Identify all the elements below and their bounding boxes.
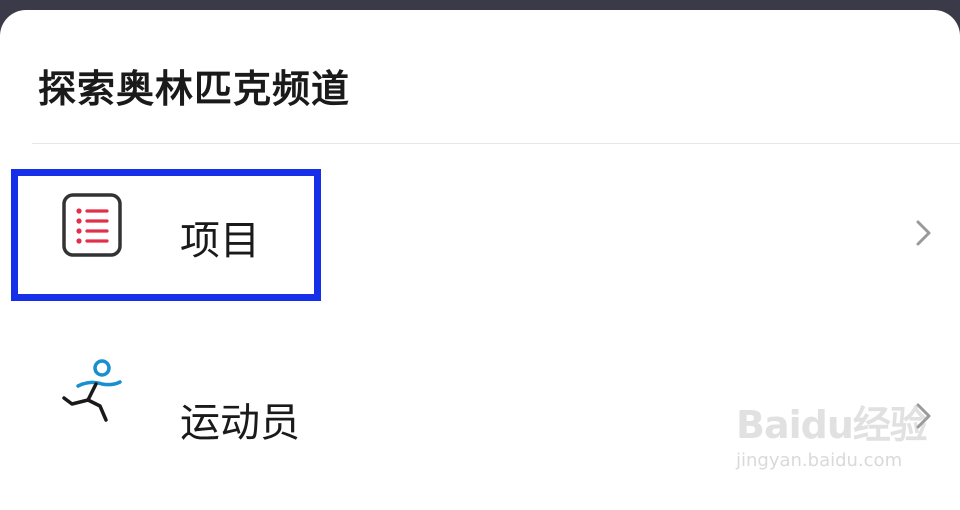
divider bbox=[32, 143, 960, 144]
sheet-title: 探索奥林匹克频道 bbox=[38, 67, 351, 111]
menu-item-projects[interactable]: 项目 bbox=[0, 170, 960, 280]
menu-item-athletes[interactable]: 运动员 bbox=[0, 350, 960, 460]
list-icon bbox=[58, 191, 126, 259]
chevron-right-icon bbox=[912, 401, 934, 431]
runner-icon bbox=[58, 358, 126, 426]
chevron-right-icon bbox=[912, 218, 934, 248]
menu-item-label: 项目 bbox=[180, 218, 260, 264]
menu-item-label: 运动员 bbox=[180, 400, 300, 446]
